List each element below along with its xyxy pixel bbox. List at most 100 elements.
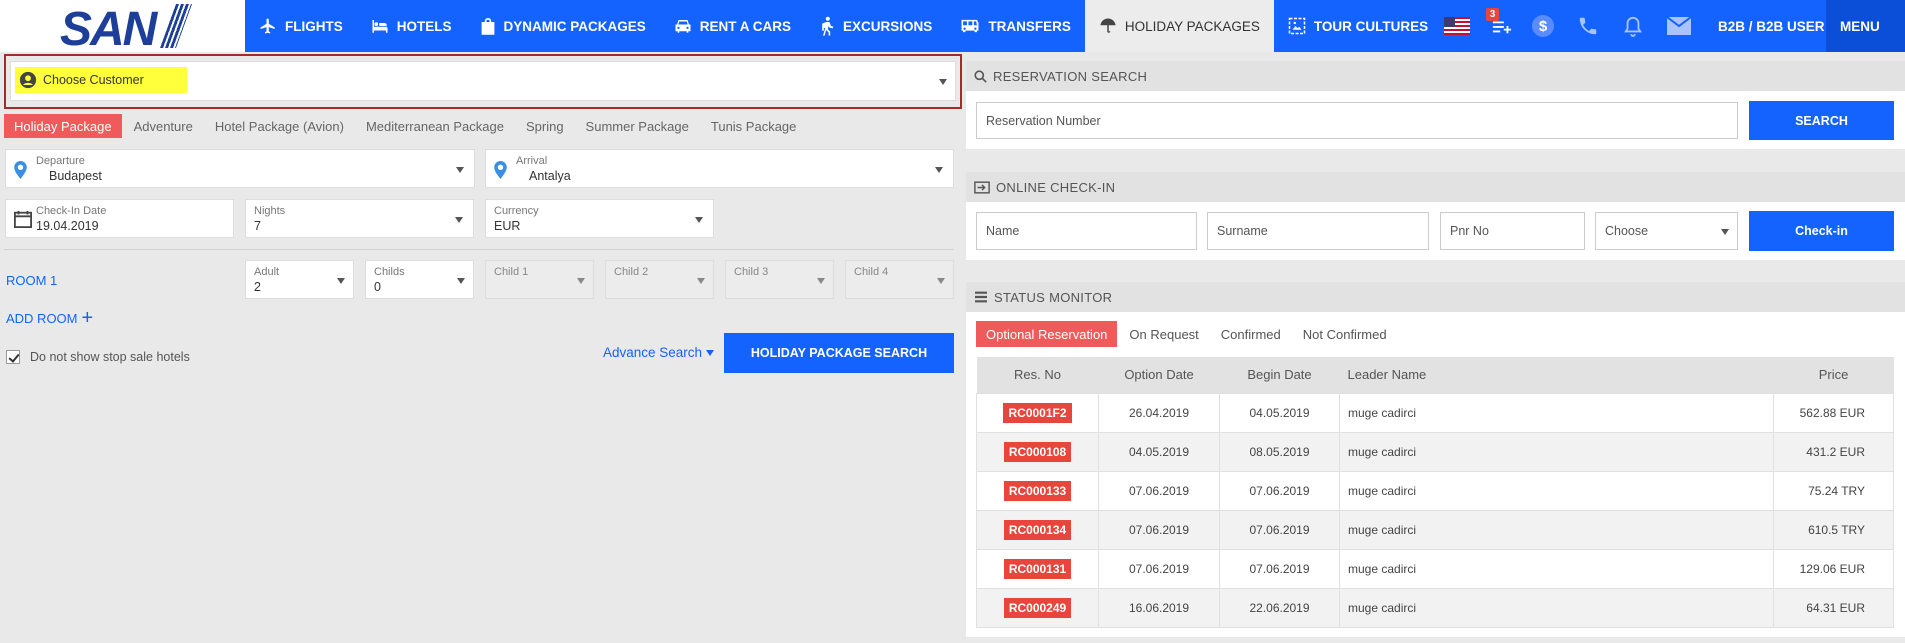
adult-value: 2 bbox=[254, 280, 261, 294]
tab-on-request[interactable]: On Request bbox=[1119, 321, 1208, 347]
price-cell: 562.88 EUR bbox=[1773, 392, 1894, 433]
logo: SAN bbox=[60, 3, 157, 56]
customer-selector-frame: Choose Customer bbox=[4, 54, 962, 109]
plane-icon bbox=[260, 18, 275, 34]
phone-icon[interactable] bbox=[1575, 13, 1601, 39]
bag-icon bbox=[481, 18, 494, 35]
chevron-down-icon bbox=[457, 278, 465, 284]
menu-button[interactable]: MENU bbox=[1826, 0, 1905, 52]
child4-select[interactable]: Child 4 bbox=[845, 260, 954, 299]
nav-rent-a-cars[interactable]: RENT A CARS bbox=[660, 0, 805, 52]
panel-header: RESERVATION SEARCH bbox=[966, 61, 1905, 91]
mail-icon[interactable] bbox=[1666, 13, 1692, 39]
res-number-badge[interactable]: RC000131 bbox=[1003, 558, 1072, 579]
user-menu[interactable]: B2B / B2B USER bbox=[1718, 0, 1840, 52]
nav-dynamic-packages[interactable]: DYNAMIC PACKAGES bbox=[466, 0, 660, 52]
departure-select[interactable]: Departure Budapest bbox=[5, 149, 475, 188]
res-number-badge[interactable]: RC000249 bbox=[1003, 597, 1072, 618]
table-row[interactable]: RC000249 16.06.2019 22.06.2019 muge cadi… bbox=[976, 587, 1894, 628]
holiday-package-search-button[interactable]: HOLIDAY PACKAGE SEARCH bbox=[724, 333, 954, 373]
name-input[interactable]: Name bbox=[976, 212, 1197, 250]
currency-label: Currency bbox=[494, 205, 539, 217]
option-date-cell: 26.04.2019 bbox=[1098, 392, 1220, 433]
table-row[interactable]: RC0001F2 26.04.2019 04.05.2019 muge cadi… bbox=[976, 392, 1894, 433]
arrival-label: Arrival bbox=[516, 155, 548, 167]
chevron-down-icon bbox=[697, 278, 705, 284]
nav-hotels[interactable]: HOTELS bbox=[357, 0, 466, 52]
logo-area[interactable]: SAN bbox=[0, 0, 245, 56]
customer-select[interactable]: Choose Customer bbox=[10, 61, 956, 101]
stop-sale-checkbox[interactable]: Do not show stop sale hotels bbox=[6, 350, 190, 364]
leader-cell: muge cadirci bbox=[1339, 587, 1774, 628]
currency-value: EUR bbox=[494, 219, 521, 233]
nav-label: HOTELS bbox=[396, 18, 452, 34]
table-header-row: Res. No Option Date Begin Date Leader Na… bbox=[976, 357, 1894, 393]
bus-icon bbox=[961, 19, 979, 33]
begin-date-cell: 07.06.2019 bbox=[1219, 470, 1340, 511]
res-number-badge[interactable]: RC0001F2 bbox=[1003, 402, 1072, 423]
tab-hotel-package-avion[interactable]: Hotel Package (Avion) bbox=[205, 114, 354, 138]
panel-title: ONLINE CHECK-IN bbox=[996, 179, 1116, 195]
child1-label: Child 1 bbox=[494, 266, 529, 278]
advance-search-link[interactable]: Advance Search bbox=[603, 345, 715, 360]
hiker-icon bbox=[822, 16, 834, 36]
begin-date-cell: 08.05.2019 bbox=[1219, 431, 1340, 472]
panel-header: STATUS MONITOR bbox=[966, 282, 1905, 312]
tab-tunis-package[interactable]: Tunis Package bbox=[701, 114, 807, 138]
tab-optional-reservation[interactable]: Optional Reservation bbox=[976, 321, 1118, 347]
panel-title: RESERVATION SEARCH bbox=[993, 68, 1148, 84]
checkin-icon bbox=[974, 180, 990, 194]
car-icon bbox=[675, 20, 691, 33]
add-room-button[interactable]: ADD ROOM + bbox=[6, 308, 93, 328]
search-button[interactable]: SEARCH bbox=[1749, 101, 1894, 140]
table-row[interactable]: RC000108 04.05.2019 08.05.2019 muge cadi… bbox=[976, 431, 1894, 472]
checkin-button[interactable]: Check-in bbox=[1749, 211, 1894, 251]
table-row[interactable]: RC000133 07.06.2019 07.06.2019 muge cadi… bbox=[976, 470, 1894, 511]
checkin-label: Check-In Date bbox=[36, 205, 107, 217]
nav-label: HOLIDAY PACKAGES bbox=[1124, 18, 1260, 34]
stop-sale-label: Do not show stop sale hotels bbox=[30, 350, 190, 364]
tab-confirmed[interactable]: Confirmed bbox=[1211, 321, 1291, 347]
adult-select[interactable]: Adult 2 bbox=[245, 260, 354, 299]
column-header: Leader Name bbox=[1339, 357, 1774, 393]
pnr-input[interactable]: Pnr No bbox=[1440, 212, 1585, 250]
dollar-icon[interactable]: $ bbox=[1530, 13, 1556, 39]
tab-mediterranean-package[interactable]: Mediterranean Package bbox=[356, 114, 514, 138]
column-header: Price bbox=[1773, 357, 1894, 393]
choose-select[interactable]: Choose bbox=[1595, 212, 1738, 250]
nav-flights[interactable]: FLIGHTS bbox=[245, 0, 357, 52]
child2-select[interactable]: Child 2 bbox=[605, 260, 714, 299]
nav-holiday-packages[interactable]: HOLIDAY PACKAGES bbox=[1084, 0, 1274, 52]
table-row[interactable]: RC000134 07.06.2019 07.06.2019 muge cadi… bbox=[976, 509, 1894, 550]
nights-select[interactable]: Nights 7 bbox=[245, 199, 474, 238]
childs-select[interactable]: Childs 0 bbox=[365, 260, 474, 299]
child1-select[interactable]: Child 1 bbox=[485, 260, 594, 299]
res-number-badge[interactable]: RC000134 bbox=[1003, 519, 1072, 540]
cart-badge: 3 bbox=[1486, 8, 1499, 21]
tab-not-confirmed[interactable]: Not Confirmed bbox=[1293, 321, 1397, 347]
checkin-date-field[interactable]: Check-In Date 19.04.2019 bbox=[5, 199, 234, 238]
child3-select[interactable]: Child 3 bbox=[725, 260, 834, 299]
tab-holiday-package[interactable]: Holiday Package bbox=[4, 114, 122, 138]
nav-excursions[interactable]: EXCURSIONS bbox=[805, 0, 946, 52]
arrival-select[interactable]: Arrival Antalya bbox=[485, 149, 954, 188]
chevron-down-icon bbox=[1721, 229, 1729, 235]
currency-select[interactable]: Currency EUR bbox=[485, 199, 714, 238]
us-flag-icon[interactable] bbox=[1444, 17, 1470, 35]
tab-adventure[interactable]: Adventure bbox=[124, 114, 203, 138]
childs-value: 0 bbox=[374, 280, 381, 294]
departure-value: Budapest bbox=[49, 169, 102, 183]
chevron-down-icon bbox=[455, 217, 463, 223]
chevron-down-icon bbox=[695, 217, 703, 223]
res-number-badge[interactable]: RC000108 bbox=[1003, 441, 1072, 462]
reservation-number-input[interactable]: Reservation Number bbox=[976, 102, 1738, 139]
divider bbox=[4, 249, 954, 250]
tab-summer-package[interactable]: Summer Package bbox=[576, 114, 699, 138]
table-row[interactable]: RC000131 07.06.2019 07.06.2019 muge cadi… bbox=[976, 548, 1894, 589]
bell-icon[interactable] bbox=[1620, 13, 1646, 39]
surname-input[interactable]: Surname bbox=[1207, 212, 1429, 250]
res-number-badge[interactable]: RC000133 bbox=[1003, 480, 1072, 501]
nav-transfers[interactable]: TRANSFERS bbox=[946, 0, 1085, 52]
nav-tour-cultures[interactable]: TOUR CULTURES bbox=[1274, 0, 1442, 52]
tab-spring[interactable]: Spring bbox=[516, 114, 574, 138]
